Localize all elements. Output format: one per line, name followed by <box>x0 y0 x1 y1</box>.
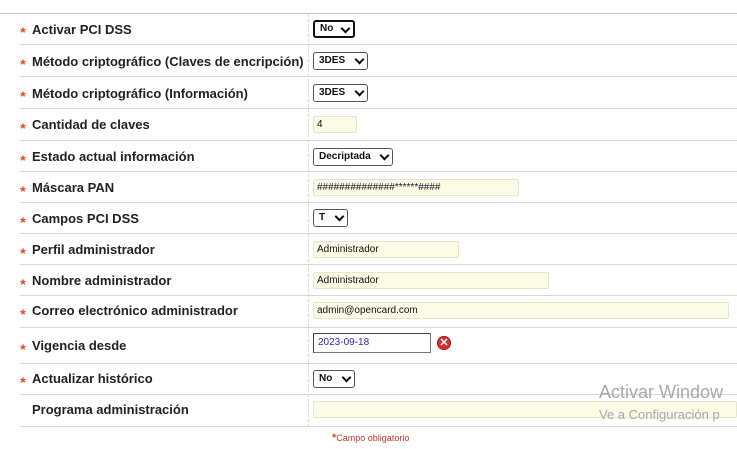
select-value: 3DES <box>319 55 346 66</box>
row-cantidad-claves: * Cantidad de claves 4 <box>0 109 737 141</box>
select-value: No <box>319 373 333 384</box>
label-metodo-claves: Método criptográfico (Claves de encripci… <box>32 54 304 69</box>
label-nombre-administrador: Nombre administrador <box>32 273 172 288</box>
required-marker: * <box>20 341 26 357</box>
required-marker: * <box>20 56 26 72</box>
required-note-text: Campo obligatorio <box>336 433 410 443</box>
input-mascara-pan[interactable]: ##############******#### <box>313 179 519 196</box>
chevron-down-icon <box>334 211 345 222</box>
select-campos-pci-dss[interactable]: T <box>313 209 348 227</box>
label-metodo-informacion: Método criptográfico (Información) <box>32 86 248 101</box>
chevron-down-icon <box>379 150 390 161</box>
label-perfil-administrador: Perfil administrador <box>32 242 155 257</box>
chevron-down-icon <box>341 372 352 383</box>
row-metodo-claves: * Método criptográfico (Claves de encrip… <box>0 45 737 77</box>
select-metodo-informacion[interactable]: 3DES <box>313 84 368 102</box>
label-actualizar-historico: Actualizar histórico <box>32 371 153 386</box>
select-value: 3DES <box>319 87 346 98</box>
required-marker: * <box>20 245 26 261</box>
select-activar-pci-dss[interactable]: No <box>313 20 355 38</box>
close-circle-icon[interactable]: ✕ <box>437 336 451 350</box>
label-estado-actual: Estado actual información <box>32 149 195 164</box>
select-value: No <box>320 23 334 34</box>
row-nombre-administrador: * Nombre administrador Administrador <box>0 265 737 296</box>
label-programa-administracion: Programa administración <box>32 402 189 417</box>
row-vigencia-desde: * Vigencia desde 2023-09-18 ✕ <box>0 328 737 364</box>
required-marker: * <box>20 374 26 390</box>
label-activar-pci-dss: Activar PCI DSS <box>32 22 132 37</box>
windows-activation-watermark-title: Activar Window <box>599 382 724 402</box>
required-marker: * <box>20 120 26 136</box>
windows-activation-watermark-subtitle: Ve a Configuración p <box>599 407 720 422</box>
label-mascara-pan: Máscara PAN <box>32 180 115 195</box>
select-estado-actual[interactable]: Decriptada <box>313 148 393 166</box>
label-correo-administrador: Correo electrónico administrador <box>32 303 238 318</box>
chevron-down-icon <box>354 54 365 65</box>
row-estado-actual: * Estado actual información Decriptada <box>0 141 737 172</box>
row-correo-administrador: * Correo electrónico administrador admin… <box>0 296 737 328</box>
row-activar-pci-dss: * Activar PCI DSS No <box>0 14 737 45</box>
required-field-note: *Campo obligatorio <box>332 432 409 444</box>
row-campos-pci-dss: * Campos PCI DSS T <box>0 203 737 234</box>
required-marker: * <box>20 24 26 40</box>
required-marker: * <box>20 88 26 104</box>
required-marker: * <box>20 306 26 322</box>
row-divider <box>20 426 737 427</box>
input-nombre-administrador[interactable]: Administrador <box>313 272 549 289</box>
label-vigencia-desde: Vigencia desde <box>32 338 127 353</box>
required-marker: * <box>20 183 26 199</box>
input-perfil-administrador[interactable]: Administrador <box>313 241 459 258</box>
select-value: T <box>319 212 326 223</box>
label-cantidad-claves: Cantidad de claves <box>32 117 150 132</box>
select-metodo-claves[interactable]: 3DES <box>313 52 368 70</box>
chevron-down-icon <box>340 23 351 34</box>
row-metodo-informacion: * Método criptográfico (Información) 3DE… <box>0 77 737 109</box>
required-marker: * <box>20 152 26 168</box>
required-marker: * <box>20 214 26 230</box>
chevron-down-icon <box>354 86 365 97</box>
required-marker: * <box>20 276 26 292</box>
input-cantidad-claves[interactable]: 4 <box>313 116 357 133</box>
select-actualizar-historico[interactable]: No <box>313 370 355 388</box>
select-value: Decriptada <box>319 151 371 162</box>
date-vigencia-desde[interactable]: 2023-09-18 <box>313 333 431 353</box>
label-campos-pci-dss: Campos PCI DSS <box>32 211 139 226</box>
input-correo-administrador[interactable]: admin@opencard.com <box>313 302 729 319</box>
row-perfil-administrador: * Perfil administrador Administrador <box>0 234 737 265</box>
row-mascara-pan: * Máscara PAN ##############******#### <box>0 172 737 203</box>
